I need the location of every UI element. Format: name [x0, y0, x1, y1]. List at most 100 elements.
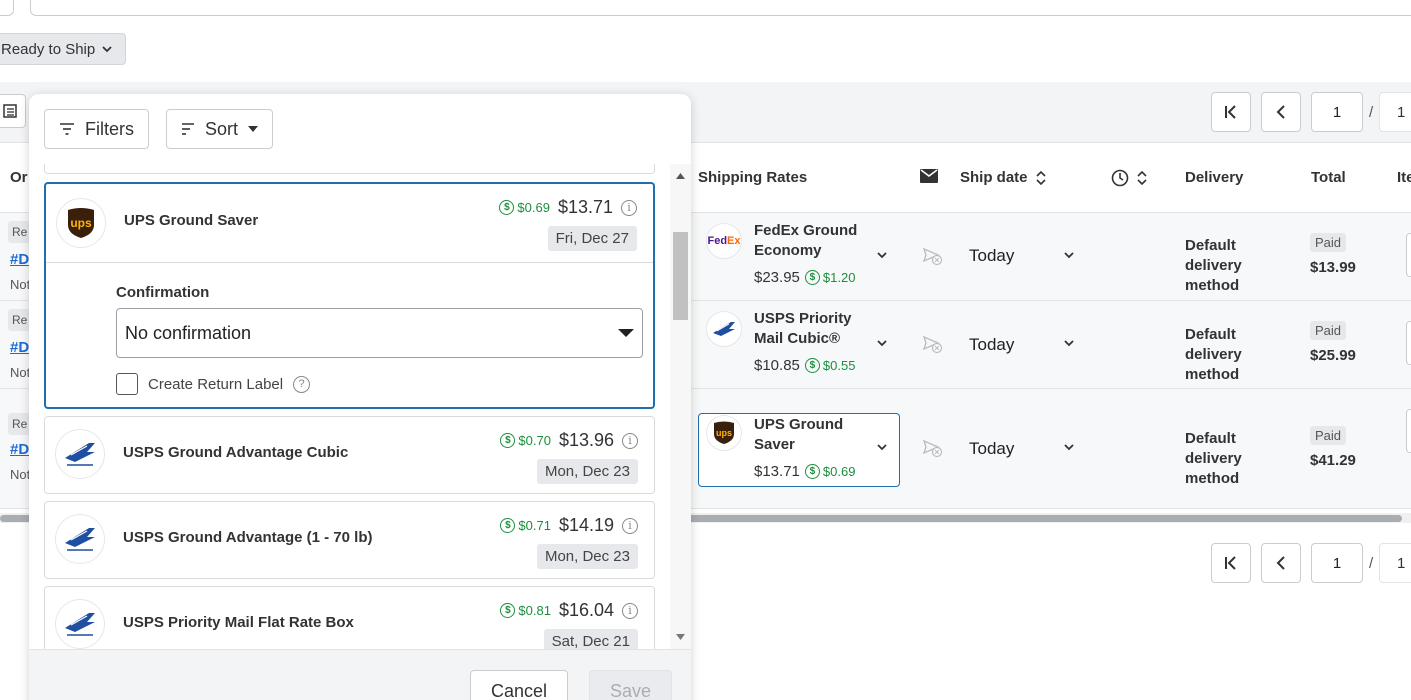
- column-settings-button[interactable]: [0, 94, 26, 128]
- delivery-date-badge: Mon, Dec 23: [536, 459, 638, 484]
- no-mail-icon: [922, 439, 943, 458]
- delivery-date-badge: Fri, Dec 27: [547, 226, 637, 251]
- chevron-down-icon[interactable]: [1063, 337, 1075, 349]
- create-return-label-checkbox[interactable]: [116, 373, 138, 395]
- vertical-scrollbar-thumb[interactable]: [673, 232, 688, 320]
- rate-name: UPS Ground Saver: [124, 212, 259, 229]
- rate-list: ups UPS Ground Saver $ $0.69 $13.71 i Fri…: [29, 164, 691, 649]
- page-input[interactable]: 1: [1311, 92, 1363, 132]
- paid-badge: Paid: [1310, 233, 1347, 252]
- confirmation-label: Confirmation: [116, 284, 210, 301]
- order-link[interactable]: #D: [10, 441, 29, 458]
- chevron-down-icon[interactable]: [876, 249, 888, 261]
- info-icon[interactable]: i: [622, 602, 638, 619]
- carrier-rate-name[interactable]: USPS Priority Mail Cubic®: [754, 309, 869, 349]
- rate-card-selected[interactable]: ups UPS Ground Saver $ $0.69 $13.71 i Fri…: [44, 182, 655, 409]
- order-total: $13.99: [1310, 259, 1356, 276]
- order-total: $41.29: [1310, 452, 1356, 469]
- help-icon[interactable]: ?: [293, 375, 311, 393]
- order-link[interactable]: #D: [10, 339, 29, 356]
- first-page-button[interactable]: [1211, 543, 1251, 583]
- delivery-method: Default delivery method: [1185, 430, 1242, 487]
- carrier-rate-name[interactable]: UPS Ground Saver: [754, 415, 869, 455]
- order-column-header[interactable]: Or: [10, 169, 28, 186]
- sort-icon: [1035, 170, 1046, 185]
- info-icon[interactable]: i: [622, 517, 638, 534]
- rate-card-partial[interactable]: [44, 164, 655, 174]
- chevron-down-icon[interactable]: [1063, 441, 1075, 453]
- chevron-down-icon[interactable]: [876, 337, 888, 349]
- info-icon[interactable]: i: [621, 199, 637, 216]
- ship-date-header[interactable]: Ship date: [960, 169, 1046, 186]
- page-total: 1: [1379, 92, 1411, 132]
- dollar-circle-icon: $: [500, 518, 516, 533]
- dollar-circle-icon: $: [804, 270, 820, 285]
- ship-date-value[interactable]: Today: [969, 246, 1014, 266]
- search-input[interactable]: [30, 0, 1411, 16]
- svg-text:ups: ups: [716, 428, 732, 438]
- chevron-down-icon[interactable]: [1063, 249, 1075, 261]
- chevron-down-icon: [102, 46, 112, 53]
- prev-page-button[interactable]: [1261, 543, 1301, 583]
- filters-button[interactable]: Filters: [44, 109, 149, 149]
- items-header: Ite: [1397, 169, 1411, 186]
- rebate-amount: $ $0.55: [804, 358, 855, 373]
- rate-price: $ $0.71 $14.19 i: [500, 515, 638, 536]
- mail-column-header: [920, 169, 938, 183]
- order-note: Not: [10, 467, 31, 482]
- order-link[interactable]: #D: [10, 251, 29, 268]
- status-filter-dropdown[interactable]: Ready to Ship: [0, 33, 127, 65]
- page-separator: /: [1369, 103, 1374, 121]
- status-filter-label: Ready to Ship: [1, 40, 96, 58]
- rate-picker-modal: Filters Sort ups UPS Ground Saver $ $0.69…: [29, 94, 691, 700]
- caret-down-icon: [248, 126, 259, 132]
- order-total: $25.99: [1310, 347, 1356, 364]
- vertical-scrollbar[interactable]: [670, 164, 691, 649]
- carrier-rate-name[interactable]: FedEx Ground Economy: [754, 221, 869, 261]
- rate-price: $ $0.69 $13.71 i: [499, 197, 637, 218]
- rebate-amount: $ $0.69: [499, 200, 550, 215]
- pagination-top: 1 / 1: [1211, 92, 1411, 132]
- rebate-amount: $ $0.71: [500, 518, 551, 533]
- dollar-circle-icon: $: [500, 433, 516, 448]
- carrier-rate-price: $10.85 $ $0.55: [754, 357, 856, 374]
- items-cell[interactable]: [1406, 409, 1411, 453]
- ship-date-value[interactable]: Today: [969, 439, 1014, 459]
- chevron-down-icon[interactable]: [876, 441, 888, 453]
- first-page-button[interactable]: [1211, 92, 1251, 132]
- carrier-rate-price: $23.95 $ $1.20: [754, 269, 856, 286]
- page-input[interactable]: 1: [1311, 543, 1363, 583]
- page-total: 1: [1379, 543, 1411, 583]
- rebate-amount: $ $1.20: [804, 270, 855, 285]
- delivery-method: Default delivery method: [1185, 326, 1242, 383]
- no-mail-icon: [922, 335, 943, 354]
- filter-icon: [60, 123, 74, 135]
- scroll-up-icon[interactable]: [676, 173, 685, 179]
- save-button[interactable]: Save: [589, 670, 673, 700]
- delivery-header: Delivery: [1185, 169, 1244, 186]
- rate-name: USPS Ground Advantage (1 - 70 lb): [123, 529, 373, 546]
- prev-page-button[interactable]: [1261, 92, 1301, 132]
- sort-icon: [1137, 170, 1147, 186]
- pagination-bottom: 1 / 1: [1211, 543, 1411, 583]
- svg-text:ups: ups: [70, 216, 92, 230]
- carrier-rate-price: $13.71 $ $0.69: [754, 463, 856, 480]
- rate-card[interactable]: USPS Ground Advantage (1 - 70 lb) $ $0.71…: [44, 501, 655, 579]
- create-return-label-row: Create Return Label ?: [116, 373, 311, 395]
- usps-eagle-icon: [55, 599, 105, 649]
- rate-card[interactable]: USPS Priority Mail Flat Rate Box $ $0.81 …: [44, 586, 655, 649]
- time-column-header[interactable]: [1111, 169, 1147, 187]
- items-cell[interactable]: [1406, 233, 1411, 277]
- confirmation-value: No confirmation: [125, 322, 252, 343]
- ship-date-value[interactable]: Today: [969, 335, 1014, 355]
- confirmation-select[interactable]: No confirmation: [116, 308, 643, 358]
- items-cell[interactable]: [1406, 321, 1411, 365]
- info-icon[interactable]: i: [622, 432, 638, 449]
- cancel-button[interactable]: Cancel: [470, 670, 569, 700]
- rate-card[interactable]: USPS Ground Advantage Cubic $ $0.70 $13.9…: [44, 416, 655, 494]
- create-return-label-text: Create Return Label: [148, 375, 284, 393]
- sort-button[interactable]: Sort: [166, 109, 274, 149]
- modal-footer: Cancel Save: [29, 649, 691, 700]
- top-left-control[interactable]: [0, 0, 14, 16]
- scroll-down-icon[interactable]: [676, 634, 685, 640]
